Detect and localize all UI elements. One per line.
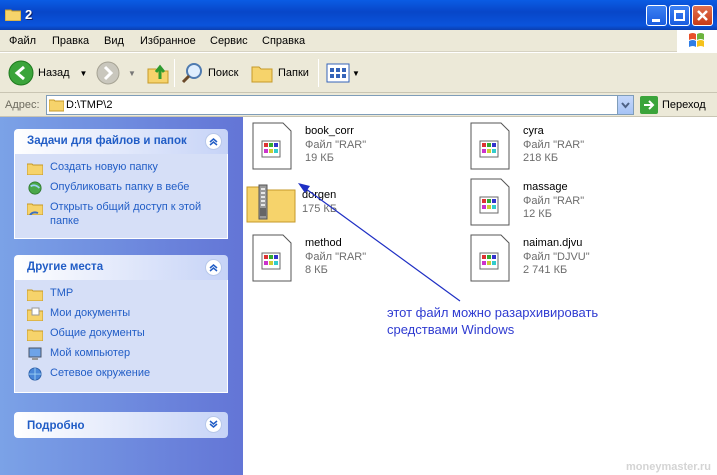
annotation-text: этот файл можно разархивировать средства…: [387, 304, 598, 338]
watermark: moneymaster.ru: [626, 461, 711, 473]
annotation-line-1: этот файл можно разархивировать: [387, 305, 599, 320]
annotation-arrow: [298, 183, 461, 302]
annotation-line-2: средствами Windows: [387, 322, 515, 337]
